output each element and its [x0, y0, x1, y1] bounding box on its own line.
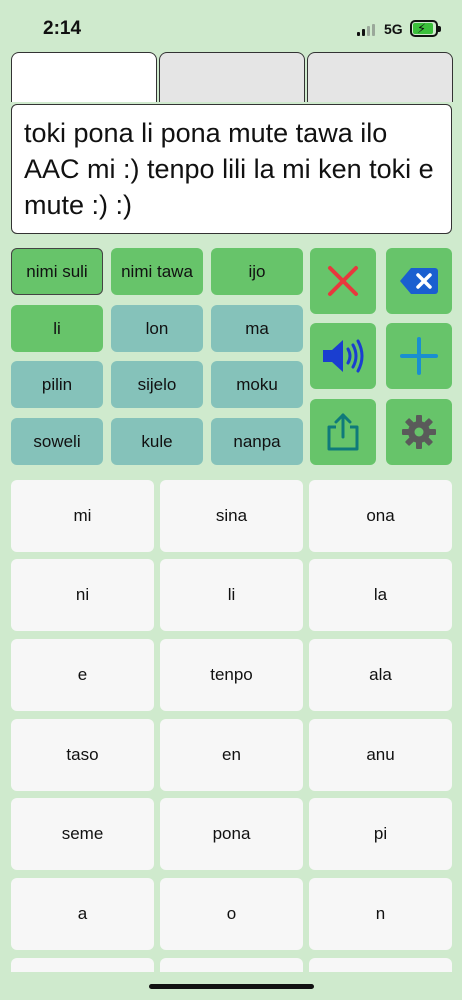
word-button[interactable]: en [160, 719, 303, 791]
tab-2[interactable] [159, 52, 305, 102]
word-button[interactable]: li [160, 559, 303, 631]
word-button[interactable]: sina [160, 480, 303, 552]
category-pilin[interactable]: pilin [11, 361, 103, 408]
word-button[interactable]: ala [309, 639, 452, 711]
network-type: 5G [384, 21, 403, 37]
word-button[interactable]: seme [11, 798, 154, 870]
category-ma[interactable]: ma [211, 305, 303, 352]
word-button[interactable]: a [11, 878, 154, 950]
speak-button[interactable] [310, 323, 376, 389]
message-tabs [11, 52, 453, 102]
add-button[interactable] [386, 323, 452, 389]
settings-button[interactable] [386, 399, 452, 465]
category-nanpa[interactable]: nanpa [211, 418, 303, 465]
gear-icon [402, 415, 436, 449]
clear-button[interactable] [310, 248, 376, 314]
word-button[interactable]: pona [160, 798, 303, 870]
category-sijelo[interactable]: sijelo [111, 361, 203, 408]
category-nimi-suli[interactable]: nimi suli [11, 248, 103, 295]
plus-icon [400, 337, 438, 375]
battery-charging-icon: ⚡ [410, 20, 441, 37]
backspace-icon [400, 268, 438, 294]
word-button-partial[interactable] [11, 958, 154, 972]
status-bar: 2:14 5G ⚡ [0, 0, 462, 50]
word-button[interactable]: ona [309, 480, 452, 552]
word-button[interactable]: la [309, 559, 452, 631]
close-icon [328, 266, 358, 296]
category-lon[interactable]: lon [111, 305, 203, 352]
word-button[interactable]: anu [309, 719, 452, 791]
home-indicator[interactable] [149, 984, 314, 989]
word-button[interactable]: ni [11, 559, 154, 631]
share-button[interactable] [310, 399, 376, 465]
status-time: 2:14 [43, 18, 82, 39]
word-button[interactable]: pi [309, 798, 452, 870]
category-ijo[interactable]: ijo [211, 248, 303, 295]
word-button-partial[interactable] [160, 958, 303, 972]
speaker-icon [323, 339, 364, 373]
tab-3[interactable] [307, 52, 453, 102]
word-button[interactable]: taso [11, 719, 154, 791]
tab-1[interactable] [11, 52, 157, 102]
category-kule[interactable]: kule [111, 418, 203, 465]
word-button[interactable]: o [160, 878, 303, 950]
signal-bars-icon [357, 24, 377, 36]
word-button[interactable]: n [309, 878, 452, 950]
category-moku[interactable]: moku [211, 361, 303, 408]
share-icon [327, 413, 359, 451]
word-button[interactable]: tenpo [160, 639, 303, 711]
category-li[interactable]: li [11, 305, 103, 352]
message-text-box[interactable]: toki pona li pona mute tawa ilo AAC mi :… [11, 104, 452, 234]
backspace-button[interactable] [386, 248, 452, 314]
word-button[interactable]: e [11, 639, 154, 711]
category-soweli[interactable]: soweli [11, 418, 103, 465]
word-button-partial[interactable] [309, 958, 452, 972]
word-button[interactable]: mi [11, 480, 154, 552]
category-nimi-tawa[interactable]: nimi tawa [111, 248, 203, 295]
